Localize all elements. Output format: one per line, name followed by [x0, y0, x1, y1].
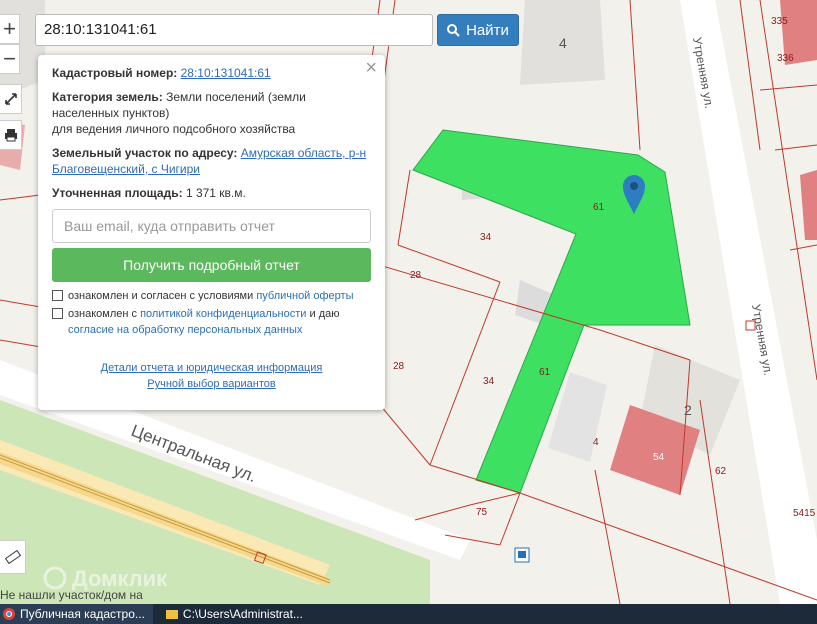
- area-row: Уточненная площадь: 1 371 кв.м.: [52, 185, 371, 201]
- zoom-out-button[interactable]: −: [0, 44, 20, 74]
- land-category-label: Категория земель:: [52, 90, 163, 104]
- fullscreen-button[interactable]: [0, 84, 22, 114]
- personal-data-consent-link[interactable]: согласие на обработку персональных данны…: [68, 324, 302, 336]
- building-number: 2: [684, 402, 692, 418]
- parcel-number: 61: [539, 367, 551, 378]
- minus-icon: −: [3, 46, 16, 71]
- taskbar-item-browser[interactable]: Публичная кадастро...: [0, 604, 153, 624]
- parcel-number: 34: [483, 376, 495, 387]
- search-button-label: Найти: [466, 21, 509, 39]
- taskbar-item-explorer[interactable]: C:\Users\Administrat...: [163, 604, 311, 624]
- parcel-number: 61: [593, 202, 605, 213]
- os-taskbar: Публичная кадастро... C:\Users\Administr…: [0, 604, 817, 624]
- print-button[interactable]: [0, 120, 22, 150]
- offer-consent-row: ознакомлен и согласен с условиями публич…: [52, 288, 371, 304]
- offer-checkbox[interactable]: [52, 290, 63, 301]
- parcel-number: 54: [653, 452, 665, 463]
- chrome-icon: [3, 608, 15, 620]
- area-label: Уточненная площадь:: [52, 186, 183, 200]
- plus-icon: +: [3, 16, 16, 41]
- report-details-link[interactable]: Детали отчета и юридическая информация: [101, 362, 323, 374]
- ruler-button[interactable]: [0, 540, 26, 574]
- printer-icon: [4, 129, 17, 142]
- address-row: Земельный участок по адресу: Амурская об…: [52, 145, 371, 177]
- parcel-number: 336: [777, 53, 794, 64]
- land-use-value: для ведения личного подсобного хозяйства: [52, 122, 296, 136]
- cadastral-number-link[interactable]: 28:10:131041:61: [181, 66, 271, 80]
- land-category-row: Категория земель: Земли поселений (земли…: [52, 89, 371, 137]
- search-button[interactable]: Найти: [437, 14, 519, 46]
- parcel-number: 75: [476, 507, 488, 518]
- privacy-policy-link[interactable]: политикой конфиденциальности: [140, 308, 306, 320]
- parcel-number: 28: [393, 361, 405, 372]
- cadastral-search-input[interactable]: 28:10:131041:61: [35, 14, 433, 46]
- email-field[interactable]: Ваш email, куда отправить отчет: [52, 209, 371, 243]
- privacy-consent-row: ознакомлен с политикой конфиденциальност…: [52, 306, 371, 338]
- folder-icon: [165, 610, 178, 619]
- offer-consent-text: ознакомлен и согласен с условиями: [68, 290, 257, 302]
- cadastral-number-label: Кадастровый номер:: [52, 66, 178, 80]
- privacy-consent-text: ознакомлен с: [68, 308, 141, 320]
- popup-footer-links: Детали отчета и юридическая информация Р…: [52, 360, 371, 392]
- taskbar-item-label: C:\Users\Administrat...: [182, 607, 303, 621]
- building-number: 4: [559, 35, 567, 51]
- address-label: Земельный участок по адресу:: [52, 146, 238, 160]
- get-report-button[interactable]: Получить подробный отчет: [52, 248, 371, 282]
- parcel-number: 5415: [793, 508, 816, 519]
- expand-icon: [4, 93, 17, 105]
- parcel-info-popup: × Кадастровый номер: 28:10:131041:61 Кат…: [38, 55, 385, 410]
- area-value: 1 371 кв.м.: [185, 186, 246, 200]
- privacy-consent-tail: и даю: [306, 308, 340, 320]
- cadastral-number-row: Кадастровый номер: 28:10:131041:61: [52, 65, 371, 81]
- parcel-number: 28: [410, 270, 422, 281]
- location-pin-dot-icon: [630, 182, 638, 190]
- parcel-number: 335: [771, 16, 788, 27]
- parcel-number: 34: [480, 232, 492, 243]
- search-icon: [447, 23, 460, 37]
- parcel-number: 62: [715, 466, 727, 477]
- public-offer-link[interactable]: публичной оферты: [256, 290, 353, 302]
- manual-selection-link[interactable]: Ручной выбор вариантов: [147, 378, 275, 390]
- privacy-checkbox[interactable]: [52, 308, 63, 319]
- zoom-in-button[interactable]: +: [0, 14, 20, 44]
- close-icon[interactable]: ×: [365, 57, 377, 80]
- parcel-number: 4: [593, 437, 599, 448]
- ruler-icon: [4, 549, 21, 565]
- taskbar-item-label: Публичная кадастро...: [20, 607, 145, 621]
